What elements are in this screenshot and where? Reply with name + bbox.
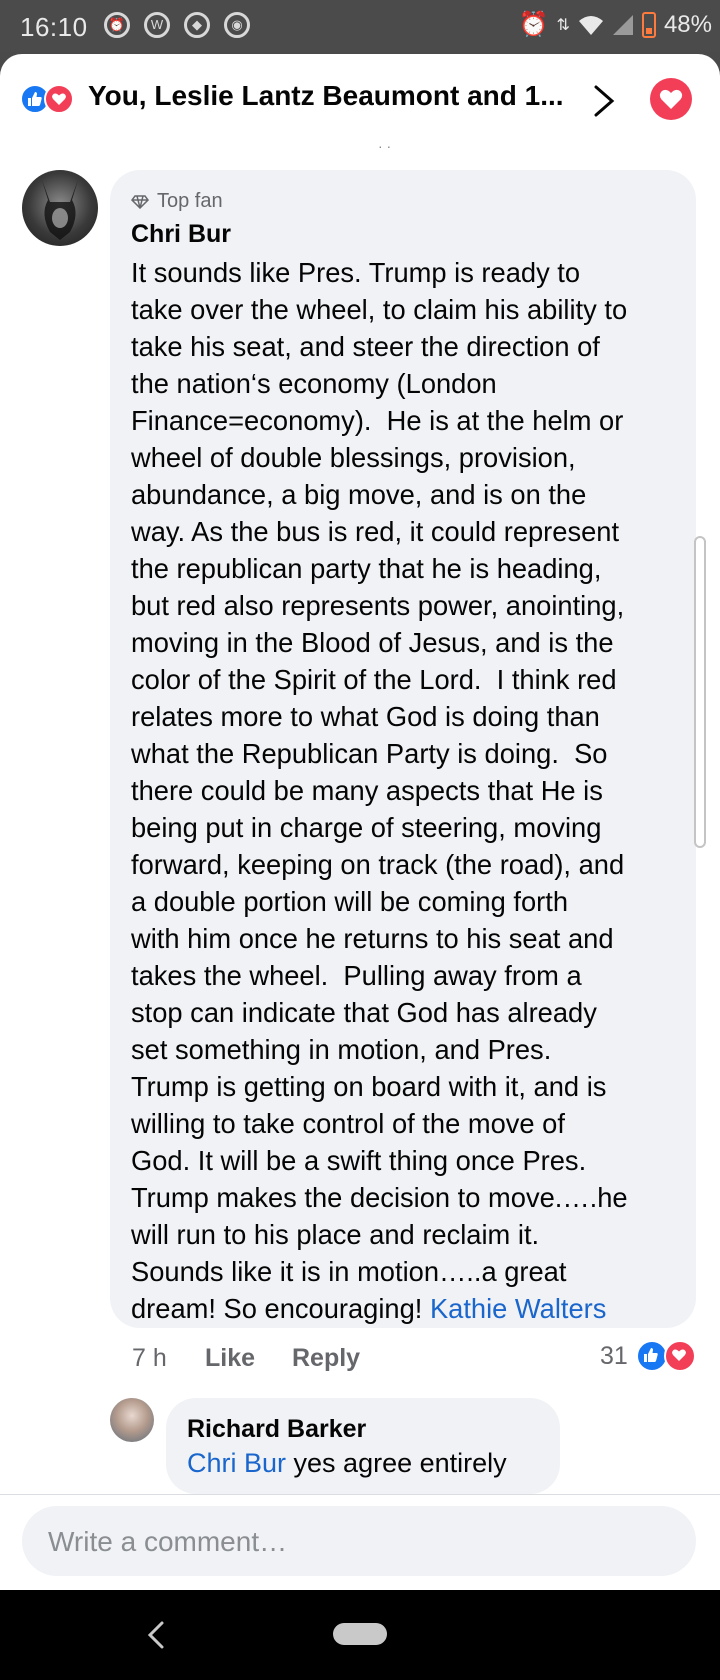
- navigation-bar: [0, 1590, 720, 1680]
- diamond-icon: [131, 194, 149, 209]
- status-right-icons: ⏰ ⇅ 48%: [519, 10, 712, 39]
- comment-author[interactable]: Chri Bur: [131, 220, 231, 249]
- love-reaction-icon: [44, 84, 74, 114]
- reply-author[interactable]: Richard Barker: [187, 1415, 366, 1444]
- love-react-button[interactable]: [650, 78, 692, 120]
- top-fan-badge: Top fan: [131, 190, 223, 213]
- scrollbar[interactable]: [694, 536, 706, 848]
- comment-text: It sounds like Pres. Trump is ready to t…: [131, 254, 691, 1327]
- top-fan-label: Top fan: [157, 190, 223, 212]
- status-bar: 16:10 ⏰ W ◆ ◉ ⏰ ⇅ 48%: [0, 0, 720, 52]
- truncated-indicator: · ·: [378, 138, 392, 154]
- divider: [0, 1494, 720, 1495]
- chrome-icon: ◉: [224, 12, 250, 38]
- reply-button[interactable]: Reply: [292, 1344, 360, 1373]
- dog-avatar-image: [42, 180, 78, 240]
- comment-composer[interactable]: [22, 1506, 696, 1578]
- reactions-header[interactable]: You, Leslie Lantz Beaumont and 1...: [0, 54, 720, 140]
- like-button[interactable]: Like: [205, 1344, 255, 1373]
- mention-link[interactable]: Kathie Walters: [430, 1293, 606, 1324]
- comments-sheet: You, Leslie Lantz Beaumont and 1... · · …: [0, 54, 720, 1590]
- reaction-icons: [20, 84, 76, 114]
- comment-body: It sounds like Pres. Trump is ready to t…: [131, 257, 628, 1324]
- reply-text: Chri Bur yes agree entirely: [187, 1448, 507, 1479]
- avatar[interactable]: [22, 170, 98, 246]
- reply-bubble[interactable]: Richard Barker Chri Bur yes agree entire…: [166, 1398, 560, 1494]
- mention-link[interactable]: Chri Bur: [187, 1448, 286, 1478]
- reaction-count[interactable]: 31: [600, 1342, 628, 1371]
- signal-icon: [612, 14, 633, 35]
- data-arrows-icon: ⇅: [556, 16, 570, 34]
- chevron-right-icon[interactable]: [592, 84, 616, 118]
- battery-percent: 48%: [663, 10, 712, 38]
- wifi-icon: [578, 15, 603, 35]
- heart-icon: [659, 89, 683, 109]
- comment-input[interactable]: [46, 1506, 670, 1578]
- comment-timestamp: 7 h: [132, 1344, 167, 1372]
- diamond-app-icon: ◆: [184, 12, 210, 38]
- alarm-icon: ⏰: [518, 11, 549, 38]
- reply-body: yes agree entirely: [286, 1448, 507, 1478]
- comment-bubble[interactable]: Top fan Chri Bur It sounds like Pres. Tr…: [110, 170, 696, 1328]
- status-left-icons: ⏰ W ◆ ◉: [104, 12, 250, 38]
- avatar[interactable]: [110, 1398, 154, 1442]
- home-button[interactable]: [333, 1623, 387, 1645]
- reactions-summary[interactable]: You, Leslie Lantz Beaumont and 1...: [88, 80, 564, 112]
- love-reaction-icon: [664, 1340, 696, 1372]
- battery-charging-icon: [641, 11, 656, 38]
- comment-reaction-icons[interactable]: [636, 1340, 698, 1372]
- back-icon[interactable]: [146, 1620, 166, 1650]
- alarm-icon: ⏰: [104, 12, 130, 38]
- wordpress-icon: W: [144, 12, 170, 38]
- status-time: 16:10: [20, 12, 88, 42]
